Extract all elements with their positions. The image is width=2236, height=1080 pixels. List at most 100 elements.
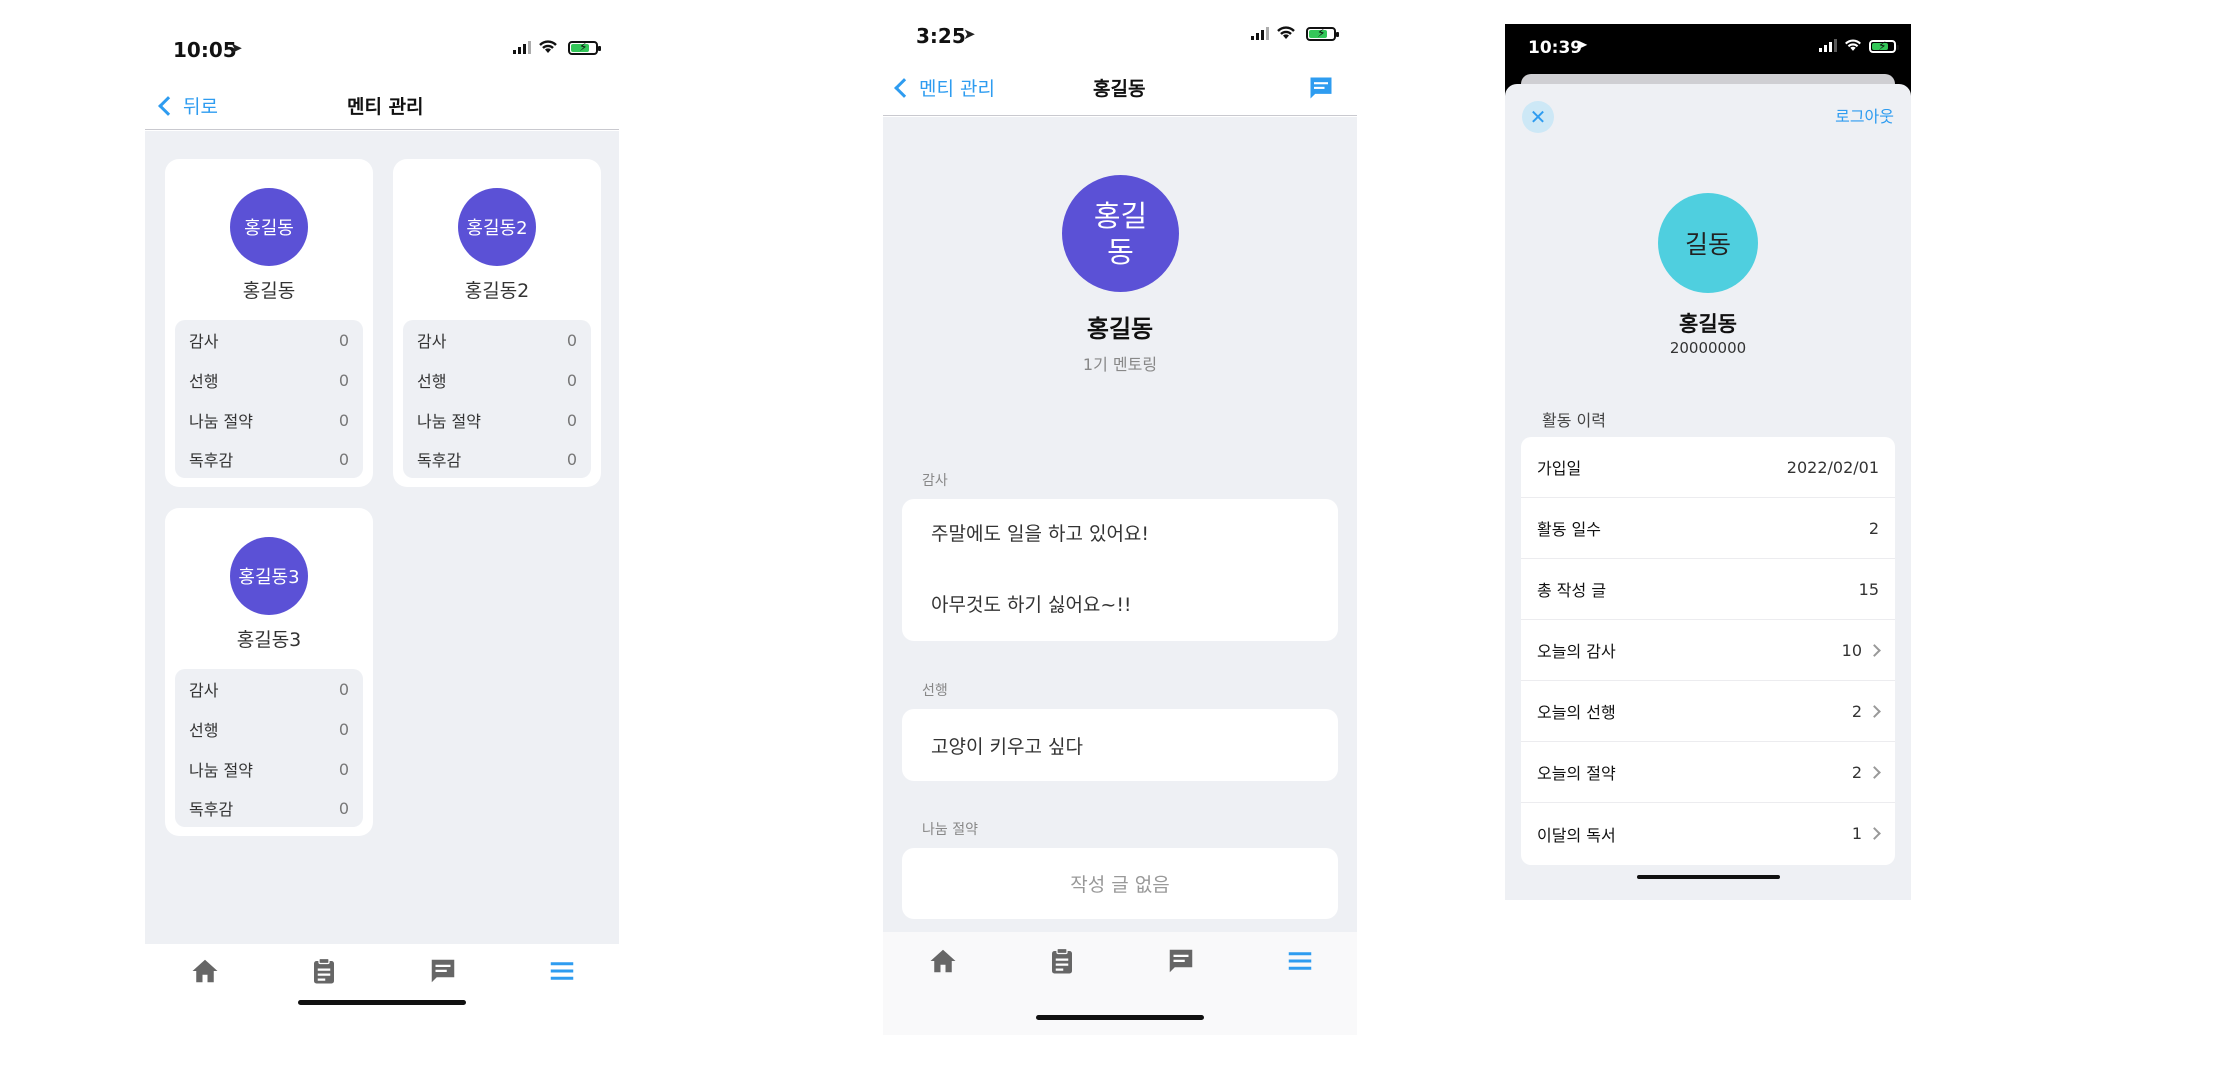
tab-home[interactable] bbox=[928, 946, 958, 976]
navigation-bar: 멘티 관리 홍길동 bbox=[883, 58, 1357, 116]
message-icon[interactable] bbox=[1307, 74, 1335, 102]
post-text: 아무것도 하기 싫어요~!! bbox=[931, 594, 1132, 616]
chevron-right-icon bbox=[1868, 704, 1881, 718]
logout-button[interactable]: 로그아웃 bbox=[1835, 103, 1894, 127]
location-arrow-icon: ➤ bbox=[963, 25, 976, 43]
stat-value: 0 bbox=[566, 410, 577, 430]
post-text: 고양이 키우고 싶다 bbox=[931, 736, 1083, 758]
tab-chat[interactable] bbox=[1166, 946, 1196, 976]
battery-icon: ⚡ bbox=[1869, 39, 1899, 53]
stat-label: 선행 bbox=[417, 372, 447, 391]
mentee-card[interactable]: 홍길동 홍길동 감사 0 선행 0 나눔 절약 0 독후감 0 bbox=[165, 159, 373, 487]
activity-row-days: 활동 일수 2 bbox=[1521, 498, 1895, 559]
mentee-detail-screen: 3:25 ➤ ⚡ 멘티 관리 홍길동 홍길동 홍길동 1기 멘토링 감사 주말에… bbox=[883, 14, 1357, 1035]
mentee-detail-content: 홍길동 홍길동 1기 멘토링 감사 주말에도 일을 하고 있어요! 아무것도 하… bbox=[883, 117, 1357, 932]
row-label: 오늘의 선행 bbox=[1537, 703, 1616, 722]
back-button[interactable]: 멘티 관리 bbox=[893, 74, 995, 101]
row-value: 2 bbox=[1851, 701, 1862, 721]
stat-value: 0 bbox=[338, 370, 349, 390]
tab-board[interactable] bbox=[309, 956, 339, 986]
wifi-icon bbox=[539, 40, 557, 53]
avatar: 홍길동 bbox=[1062, 175, 1179, 292]
back-button[interactable]: 뒤로 bbox=[157, 92, 218, 119]
stat-row: 감사 0 bbox=[189, 669, 349, 709]
status-bar: 10:05 ➤ ⚡ bbox=[145, 24, 619, 74]
back-label: 멘티 관리 bbox=[919, 78, 995, 100]
avatar: 홍길동3 bbox=[230, 537, 308, 615]
activity-row-month-reading[interactable]: 이달의 독서 1 bbox=[1521, 803, 1895, 864]
my-page-screen: 10:39 ➤ ⚡ ✕ 로그아웃 길동 홍길동 20000000 활동 이력 가… bbox=[1505, 24, 1911, 900]
avatar: 길동 bbox=[1658, 193, 1758, 293]
section-label: 감사 bbox=[922, 473, 948, 489]
stat-row: 나눔 절약 0 bbox=[417, 400, 577, 440]
mentee-stats: 감사 0 선행 0 나눔 절약 0 독후감 0 bbox=[403, 320, 591, 478]
tab-board[interactable] bbox=[1047, 946, 1077, 976]
post-card[interactable]: 주말에도 일을 하고 있어요! 아무것도 하기 싫어요~!! bbox=[902, 499, 1338, 641]
post-text: 주말에도 일을 하고 있어요! bbox=[931, 523, 1150, 545]
location-arrow-icon: ➤ bbox=[230, 39, 243, 57]
row-label: 오늘의 절약 bbox=[1537, 764, 1616, 783]
wifi-icon bbox=[1845, 39, 1861, 51]
menu-icon bbox=[550, 962, 574, 980]
row-value: 2 bbox=[1868, 518, 1879, 538]
battery-icon: ⚡ bbox=[568, 40, 601, 55]
mentee-card[interactable]: 홍길동3 홍길동3 감사 0 선행 0 나눔 절약 0 독후감 0 bbox=[165, 508, 373, 836]
mentee-stats: 감사 0 선행 0 나눔 절약 0 독후감 0 bbox=[175, 669, 363, 827]
status-time: 10:05 bbox=[173, 38, 237, 62]
stat-value: 0 bbox=[338, 798, 349, 818]
avatar: 홍길동2 bbox=[458, 188, 536, 266]
status-time: 10:39 bbox=[1528, 38, 1583, 58]
activity-row-today-saving[interactable]: 오늘의 절약 2 bbox=[1521, 742, 1895, 803]
stat-row: 독후감 0 bbox=[417, 439, 577, 479]
menu-icon bbox=[1288, 952, 1312, 970]
activity-row-today-good-deed[interactable]: 오늘의 선행 2 bbox=[1521, 681, 1895, 742]
row-value: 15 bbox=[1858, 579, 1879, 599]
mentee-card[interactable]: 홍길동2 홍길동2 감사 0 선행 0 나눔 절약 0 독후감 0 bbox=[393, 159, 601, 487]
stat-label: 선행 bbox=[189, 372, 219, 391]
wifi-icon bbox=[1277, 26, 1295, 39]
close-button[interactable]: ✕ bbox=[1522, 101, 1554, 133]
mentee-name: 홍길동2 bbox=[464, 280, 530, 302]
battery-icon: ⚡ bbox=[1306, 26, 1339, 41]
status-bar: 10:39 ➤ ⚡ bbox=[1505, 24, 1911, 74]
row-value: 2 bbox=[1851, 762, 1862, 782]
row-label: 가입일 bbox=[1537, 459, 1582, 478]
stat-row: 나눔 절약 0 bbox=[189, 749, 349, 789]
tab-chat[interactable] bbox=[428, 956, 458, 986]
tab-home[interactable] bbox=[190, 956, 220, 986]
home-indicator bbox=[1036, 1015, 1204, 1020]
stat-value: 0 bbox=[338, 449, 349, 469]
tab-menu[interactable] bbox=[547, 956, 577, 986]
stat-label: 독후감 bbox=[189, 800, 234, 819]
stat-value: 0 bbox=[338, 759, 349, 779]
chat-icon bbox=[1169, 949, 1193, 973]
section-label: 나눔 절약 bbox=[922, 822, 978, 838]
stat-value: 0 bbox=[566, 449, 577, 469]
activity-row-today-gratitude[interactable]: 오늘의 감사 10 bbox=[1521, 620, 1895, 681]
chevron-left-icon bbox=[894, 77, 914, 98]
mentee-name: 홍길동 bbox=[242, 280, 296, 302]
stat-row: 선행 0 bbox=[189, 360, 349, 400]
profile-sheet: ✕ 로그아웃 길동 홍길동 20000000 활동 이력 가입일 2022/02… bbox=[1505, 84, 1911, 900]
status-time: 3:25 bbox=[916, 24, 966, 48]
page-title: 멘티 관리 bbox=[347, 96, 424, 118]
row-label: 이달의 독서 bbox=[1537, 825, 1616, 845]
stat-value: 0 bbox=[566, 330, 577, 350]
activity-row-join-date: 가입일 2022/02/01 bbox=[1521, 437, 1895, 498]
stat-label: 독후감 bbox=[417, 451, 462, 470]
stat-label: 나눔 절약 bbox=[189, 761, 253, 780]
stat-value: 0 bbox=[338, 330, 349, 350]
signal-icon bbox=[513, 40, 531, 54]
stat-row: 나눔 절약 0 bbox=[189, 400, 349, 440]
post-card[interactable]: 고양이 키우고 싶다 bbox=[902, 709, 1338, 781]
mentee-name: 홍길동 bbox=[1086, 315, 1154, 343]
home-indicator bbox=[298, 1000, 466, 1005]
tab-menu[interactable] bbox=[1285, 946, 1315, 976]
mentee-name: 홍길동3 bbox=[236, 629, 302, 651]
mentee-management-screen: 10:05 ➤ ⚡ 뒤로 멘티 관리 홍길동 홍길동 감사 0 선행 0 나눔 절약… bbox=[145, 24, 619, 1035]
location-arrow-icon: ➤ bbox=[1577, 38, 1588, 53]
chevron-right-icon bbox=[1868, 827, 1881, 840]
close-icon: ✕ bbox=[1529, 105, 1547, 129]
mentoring-cohort: 1기 멘토링 bbox=[1082, 355, 1158, 374]
stat-value: 0 bbox=[338, 679, 349, 699]
